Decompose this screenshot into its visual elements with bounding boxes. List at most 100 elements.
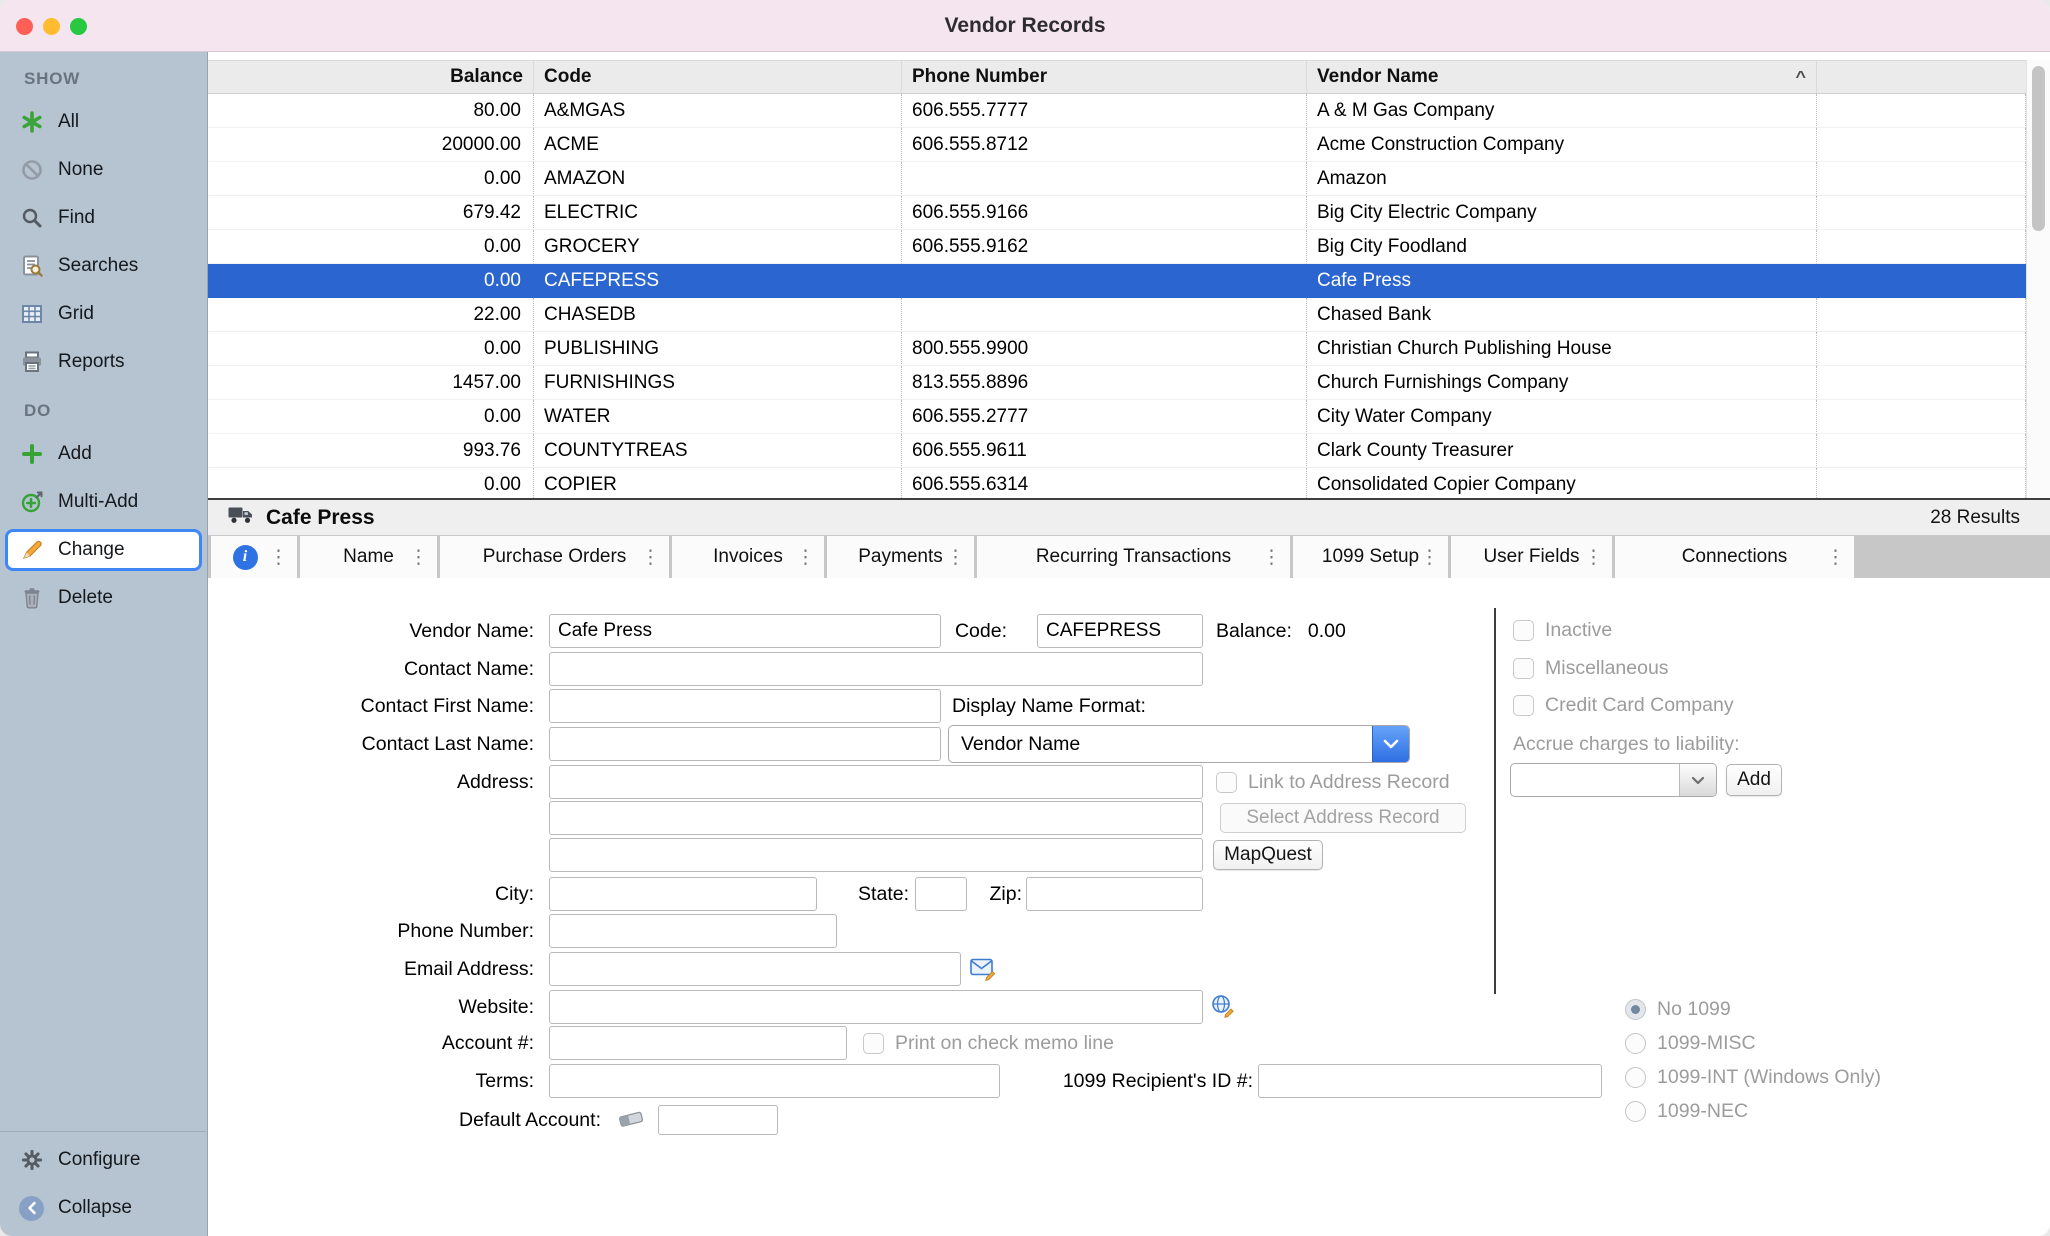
table-row[interactable]: 0.00AMAZONAmazon — [208, 162, 2026, 196]
miscellaneous-checkbox[interactable] — [1513, 658, 1534, 679]
print-memo-checkbox[interactable] — [863, 1033, 884, 1054]
table-row[interactable]: 993.76COUNTYTREAS606.555.9611Clark Count… — [208, 434, 2026, 468]
tab-menu-dots-icon[interactable]: ⋮ — [641, 546, 660, 569]
table-row[interactable]: 0.00WATER606.555.2777City Water Company — [208, 400, 2026, 434]
display-name-format-label: Display Name Format: — [952, 689, 1252, 723]
sidebar-item-none[interactable]: None — [0, 146, 207, 194]
column-header-balance[interactable]: Balance — [208, 61, 534, 93]
cell-balance: 0.00 — [208, 162, 534, 196]
code-input[interactable] — [1037, 614, 1203, 648]
close-window-button[interactable] — [16, 18, 33, 35]
cell-code: ACME — [534, 128, 902, 162]
tab-1099-setup[interactable]: 1099 Setup⋮ — [1293, 536, 1448, 578]
column-header-vendor-name[interactable]: Vendor Name ^ — [1307, 61, 1817, 93]
zoom-window-button[interactable] — [70, 18, 87, 35]
phone-number-label: Phone Number: — [208, 914, 534, 948]
address-line3-input[interactable] — [549, 838, 1203, 872]
mapquest-button[interactable]: MapQuest — [1213, 840, 1323, 870]
column-header-spare — [1817, 61, 2026, 93]
compose-email-icon[interactable] — [970, 957, 997, 981]
sidebar-item-multi-add[interactable]: Multi-Add — [0, 478, 207, 526]
link-address-checkbox[interactable] — [1216, 772, 1237, 793]
email-address-input[interactable] — [549, 952, 961, 986]
table-row[interactable]: 1457.00FURNISHINGS813.555.8896Church Fur… — [208, 366, 2026, 400]
table-row[interactable]: 0.00GROCERY606.555.9162Big City Foodland — [208, 230, 2026, 264]
sort-ascending-icon: ^ — [1795, 68, 1806, 86]
accrue-liability-dropdown[interactable] — [1510, 763, 1717, 797]
1099-int-radio[interactable] — [1625, 1067, 1646, 1088]
select-address-record-button[interactable]: Select Address Record — [1220, 803, 1466, 833]
address-label: Address: — [208, 765, 534, 799]
table-row[interactable]: 0.00PUBLISHING800.555.9900Christian Chur… — [208, 332, 2026, 366]
cell-phone: 606.555.6314 — [902, 468, 1307, 498]
column-header-code[interactable]: Code — [534, 61, 902, 93]
recipient-id-input[interactable] — [1258, 1064, 1602, 1098]
tab-invoices[interactable]: Invoices⋮ — [672, 536, 824, 578]
no-1099-radio[interactable] — [1625, 999, 1646, 1020]
tab-menu-dots-icon[interactable]: ⋮ — [1420, 546, 1439, 569]
tab-menu-dots-icon[interactable]: ⋮ — [1262, 546, 1281, 569]
sidebar-item-searches[interactable]: Searches — [0, 242, 207, 290]
phone-number-input[interactable] — [549, 914, 837, 948]
table-row[interactable]: 0.00COPIER606.555.6314Consolidated Copie… — [208, 468, 2026, 498]
contact-first-name-input[interactable] — [549, 689, 941, 723]
sidebar-item-add[interactable]: Add — [0, 430, 207, 478]
tab-payments[interactable]: Payments⋮ — [827, 536, 974, 578]
1099-misc-radio[interactable] — [1625, 1033, 1646, 1054]
tab-menu-dots-icon[interactable]: ⋮ — [946, 546, 965, 569]
address-line2-input[interactable] — [549, 801, 1203, 835]
contact-last-name-input[interactable] — [549, 727, 941, 761]
tab-connections[interactable]: Connections⋮ — [1615, 536, 1854, 578]
cell-code: CHASEDB — [534, 298, 902, 332]
sidebar-item-find[interactable]: Find — [0, 194, 207, 242]
cell-balance: 22.00 — [208, 298, 534, 332]
open-website-icon[interactable] — [1210, 993, 1236, 1019]
1099-nec-radio[interactable] — [1625, 1101, 1646, 1122]
website-input[interactable] — [549, 990, 1203, 1024]
sidebar-item-collapse[interactable]: Collapse — [0, 1184, 206, 1232]
sidebar-item-label: Change — [58, 539, 125, 561]
tab-menu-dots-icon[interactable]: ⋮ — [1826, 546, 1845, 569]
tab-purchase-orders[interactable]: Purchase Orders⋮ — [440, 536, 669, 578]
tab-recurring-transactions[interactable]: Recurring Transactions⋮ — [977, 536, 1290, 578]
tab-user-fields[interactable]: User Fields⋮ — [1451, 536, 1612, 578]
table-row[interactable]: 20000.00ACME606.555.8712Acme Constructio… — [208, 128, 2026, 162]
scrollbar-thumb[interactable] — [2032, 66, 2045, 231]
minimize-window-button[interactable] — [43, 18, 60, 35]
inactive-checkbox[interactable] — [1513, 620, 1534, 641]
account-number-input[interactable] — [549, 1026, 847, 1060]
tab-menu-dots-icon[interactable]: ⋮ — [796, 546, 815, 569]
tab-menu-dots-icon[interactable]: ⋮ — [409, 546, 428, 569]
column-header-phone[interactable]: Phone Number — [902, 61, 1307, 93]
vertical-scrollbar[interactable] — [2026, 60, 2050, 498]
address-line1-input[interactable] — [549, 765, 1203, 799]
table-row[interactable]: 22.00CHASEDBChased Bank — [208, 298, 2026, 332]
table-row[interactable]: 80.00A&MGAS606.555.7777A & M Gas Company — [208, 94, 2026, 128]
inactive-checkbox-row: Inactive — [1513, 613, 1612, 647]
sidebar-item-configure[interactable]: Configure — [0, 1136, 206, 1184]
cell-code: PUBLISHING — [534, 332, 902, 366]
zip-input[interactable] — [1026, 877, 1203, 911]
city-input[interactable] — [549, 877, 817, 911]
table-row[interactable]: 679.42ELECTRIC606.555.9166Big City Elect… — [208, 196, 2026, 230]
tab-name[interactable]: Name⋮ — [300, 536, 437, 578]
tab-menu-dots-icon[interactable]: ⋮ — [269, 546, 288, 569]
sidebar-item-change[interactable]: Change — [5, 529, 202, 571]
sidebar-item-grid[interactable]: Grid — [0, 290, 207, 338]
state-input[interactable] — [915, 877, 967, 911]
display-name-format-dropdown[interactable]: Vendor Name — [948, 725, 1410, 763]
credit-card-checkbox[interactable] — [1513, 695, 1534, 716]
chevron-down-icon[interactable] — [1679, 764, 1716, 796]
accrue-add-button[interactable]: Add — [1726, 764, 1782, 796]
sidebar-item-all[interactable]: All — [0, 98, 207, 146]
tab-info[interactable]: i ⋮ — [211, 536, 297, 578]
default-account-input[interactable] — [658, 1105, 778, 1135]
contact-name-input[interactable] — [549, 652, 1203, 686]
chevron-down-icon[interactable] — [1372, 726, 1409, 762]
tab-menu-dots-icon[interactable]: ⋮ — [1584, 546, 1603, 569]
sidebar-item-reports[interactable]: Reports — [0, 338, 207, 386]
terms-input[interactable] — [549, 1064, 1000, 1098]
table-row-selected[interactable]: 0.00CAFEPRESSCafe Press — [208, 264, 2026, 298]
sidebar-item-delete[interactable]: Delete — [0, 574, 207, 622]
eraser-icon[interactable] — [616, 1108, 646, 1130]
